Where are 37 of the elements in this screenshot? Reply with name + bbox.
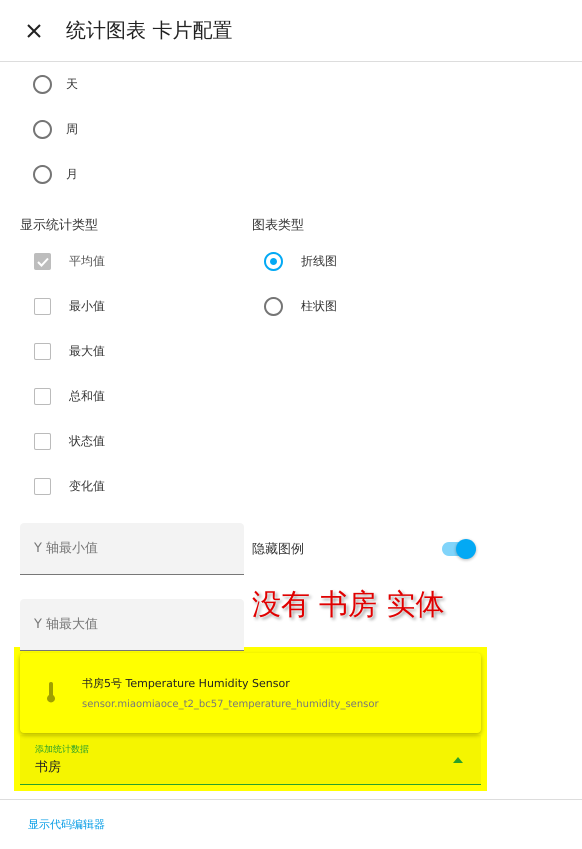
dialog-title: 统计图表 卡片配置: [66, 17, 232, 44]
radio-label: 月: [66, 166, 78, 183]
section-heading: 显示统计类型: [20, 217, 98, 234]
checkbox-label: 最小值: [69, 298, 105, 315]
checkbox-label: 状态值: [69, 433, 105, 450]
toggle-switch[interactable]: [442, 542, 476, 556]
radio-button[interactable]: [33, 75, 52, 94]
checkbox[interactable]: [34, 388, 51, 405]
radio-button[interactable]: [264, 297, 283, 316]
radio-button[interactable]: [264, 252, 283, 271]
entity-name: 书房5号 Temperature Humidity Sensor: [82, 676, 291, 691]
checkbox-label: 变化值: [69, 478, 105, 495]
radio-label: 天: [66, 76, 78, 93]
combo-field[interactable]: 添加统计数据 书房: [20, 735, 481, 785]
checkbox-label: 最大值: [69, 343, 105, 360]
radio-button[interactable]: [33, 120, 52, 139]
annotation-text: 没有 书房 实体: [252, 586, 446, 623]
checkbox-label: 总和值: [69, 388, 105, 405]
entity-id: sensor.miaomiaoce_t2_bc57_temperature_humidity_sensor: [82, 699, 379, 710]
checkbox[interactable]: [34, 433, 51, 450]
thermometer-icon: [46, 682, 56, 704]
radio-label: 柱状图: [301, 298, 337, 315]
checkbox[interactable]: [34, 478, 51, 495]
close-icon: [26, 22, 42, 38]
checkbox-label: 平均值: [69, 253, 105, 270]
radio-label: 折线图: [301, 253, 337, 270]
suggestion-item[interactable]: 书房5号 Temperature Humidity Sensor sensor.miaomiaoce_t2_bc57_temperature_humidity_sensor: [20, 653, 481, 733]
field-label: 添加统计数据: [35, 744, 89, 756]
input-field[interactable]: Y 轴最大值: [20, 599, 244, 651]
field-value: 书房: [35, 759, 62, 776]
radio-button[interactable]: [33, 165, 52, 184]
checkbox[interactable]: [34, 343, 51, 360]
input-field[interactable]: Y 轴最小值: [20, 523, 244, 575]
radio-label: 周: [66, 121, 78, 138]
section-heading: 图表类型: [252, 217, 304, 234]
toggle-label: 隐藏图例: [252, 541, 304, 558]
checkbox[interactable]: [34, 298, 51, 315]
